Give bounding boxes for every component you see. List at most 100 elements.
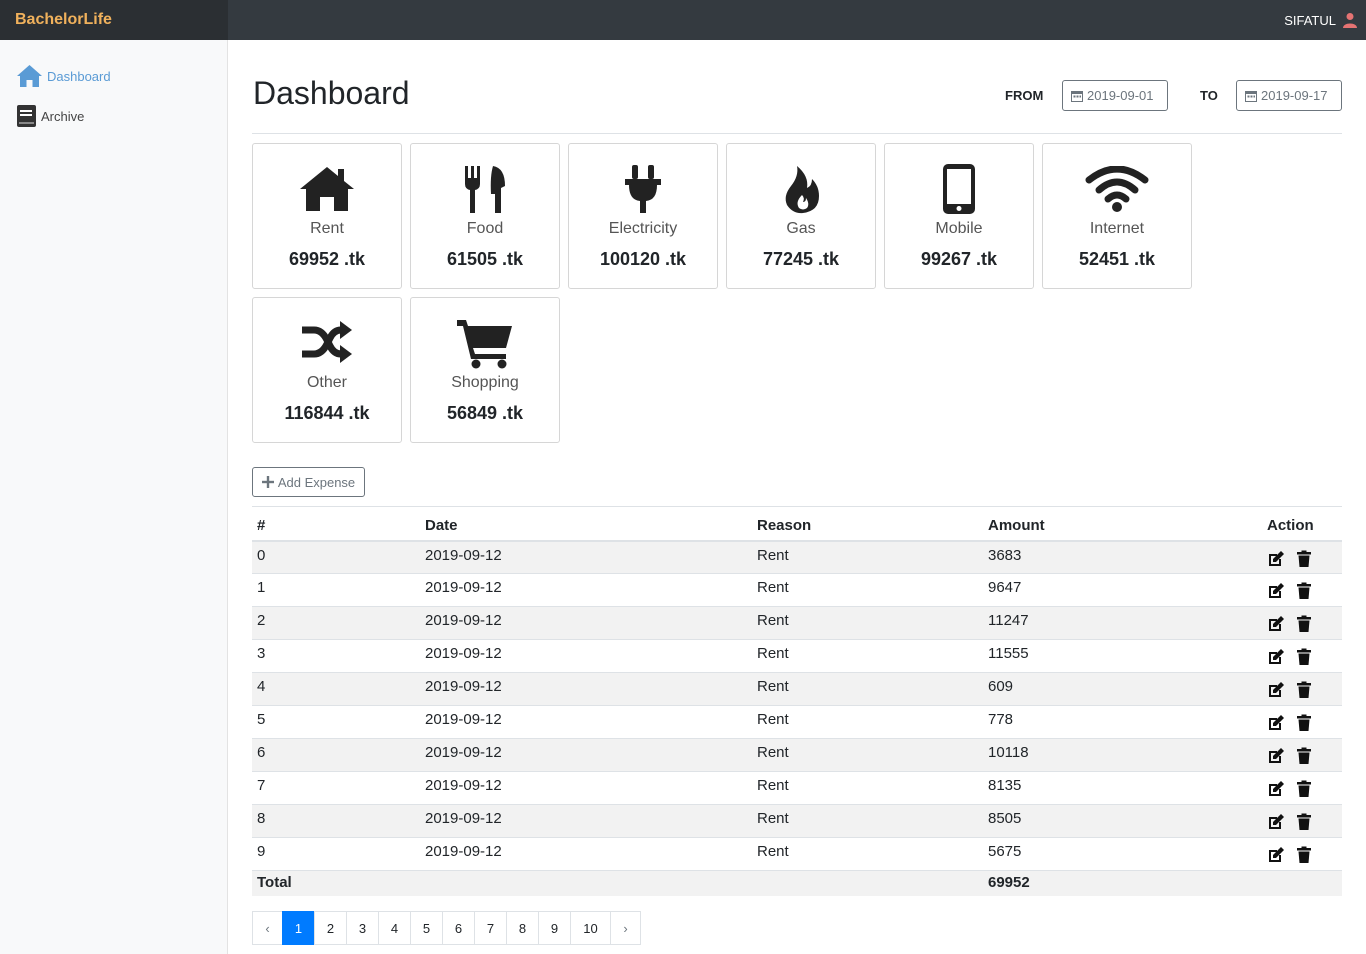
row-reason: Rent bbox=[752, 606, 983, 640]
user-menu[interactable]: SIFATUL bbox=[1284, 0, 1358, 40]
utensils-icon bbox=[465, 166, 505, 213]
row-reason: Rent bbox=[752, 804, 983, 838]
trash-icon[interactable] bbox=[1295, 780, 1313, 798]
to-date-picker[interactable]: 2019-09-17 bbox=[1236, 80, 1342, 111]
pagination-page-6[interactable]: 6 bbox=[442, 911, 475, 945]
calendar-icon bbox=[1245, 90, 1257, 102]
sidebar-item-dashboard[interactable]: Dashboard bbox=[16, 64, 111, 88]
card-label: Electricity bbox=[608, 220, 678, 237]
trash-icon[interactable] bbox=[1295, 648, 1313, 666]
trash-icon[interactable] bbox=[1295, 681, 1313, 699]
card-electricity[interactable]: Electricity 100120 .tk bbox=[568, 143, 718, 289]
edit-icon[interactable] bbox=[1267, 550, 1285, 568]
pagination-page-8[interactable]: 8 bbox=[506, 911, 539, 945]
row-num: 3 bbox=[252, 639, 420, 673]
row-num: 6 bbox=[252, 738, 420, 772]
card-gas[interactable]: Gas 77245 .tk bbox=[726, 143, 876, 289]
card-amount: 56849 .tk bbox=[446, 403, 524, 423]
row-amount: 5675 bbox=[983, 837, 1262, 871]
pagination-page-2[interactable]: 2 bbox=[314, 911, 347, 945]
pagination-page-10[interactable]: 10 bbox=[570, 911, 611, 945]
edit-icon[interactable] bbox=[1267, 846, 1285, 864]
edit-icon[interactable] bbox=[1267, 615, 1285, 633]
pagination-page-9[interactable]: 9 bbox=[538, 911, 571, 945]
pagination-prev[interactable]: ‹ bbox=[252, 911, 283, 945]
total-amount: 69952 bbox=[983, 870, 1262, 896]
from-date-picker[interactable]: 2019-09-01 bbox=[1062, 80, 1168, 111]
card-amount: 116844 .tk bbox=[284, 403, 370, 423]
sidebar: Dashboard Archive bbox=[0, 40, 228, 954]
edit-icon[interactable] bbox=[1267, 582, 1285, 600]
card-amount: 77245 .tk bbox=[762, 249, 840, 269]
row-date: 2019-09-12 bbox=[420, 606, 752, 640]
edit-icon[interactable] bbox=[1267, 813, 1285, 831]
sidebar-item-label: Archive bbox=[41, 108, 85, 124]
sidebar-item-label: Dashboard bbox=[47, 68, 111, 84]
row-amount: 10118 bbox=[983, 738, 1262, 772]
card-internet[interactable]: Internet 52451 .tk bbox=[1042, 143, 1192, 289]
card-shopping[interactable]: Shopping 56849 .tk bbox=[410, 297, 560, 443]
row-actions bbox=[1262, 639, 1342, 673]
brand-logo[interactable]: BachelorLife bbox=[0, 0, 228, 40]
card-mobile[interactable]: Mobile 99267 .tk bbox=[884, 143, 1034, 289]
from-date-value: 2019-09-01 bbox=[1087, 88, 1154, 103]
pagination-page-3[interactable]: 3 bbox=[346, 911, 379, 945]
card-other[interactable]: Other 116844 .tk bbox=[252, 297, 402, 443]
row-actions bbox=[1262, 738, 1342, 772]
row-num: 8 bbox=[252, 804, 420, 838]
add-expense-label: Add Expense bbox=[277, 474, 356, 490]
trash-icon[interactable] bbox=[1295, 747, 1313, 765]
row-amount: 609 bbox=[983, 672, 1262, 706]
edit-icon[interactable] bbox=[1267, 714, 1285, 732]
trash-icon[interactable] bbox=[1295, 813, 1313, 831]
row-date: 2019-09-12 bbox=[420, 672, 752, 706]
mobile-icon bbox=[943, 164, 975, 214]
user-name: SIFATUL bbox=[1284, 12, 1336, 28]
pagination-page-7[interactable]: 7 bbox=[474, 911, 507, 945]
home-icon bbox=[17, 65, 42, 87]
edit-icon[interactable] bbox=[1267, 681, 1285, 699]
row-actions bbox=[1262, 804, 1342, 838]
row-actions bbox=[1262, 672, 1342, 706]
pagination-page-4[interactable]: 4 bbox=[378, 911, 411, 945]
trash-icon[interactable] bbox=[1295, 550, 1313, 568]
table-row: 8 2019-09-12 Rent 8505 bbox=[252, 804, 1342, 838]
trash-icon[interactable] bbox=[1295, 582, 1313, 600]
total-label: Total bbox=[252, 870, 420, 896]
edit-icon[interactable] bbox=[1267, 747, 1285, 765]
row-amount: 778 bbox=[983, 705, 1262, 739]
table-row: 7 2019-09-12 Rent 8135 bbox=[252, 771, 1342, 805]
row-num: 1 bbox=[252, 573, 420, 607]
card-label: Internet bbox=[1089, 220, 1145, 237]
card-rent[interactable]: Rent 69952 .tk bbox=[252, 143, 402, 289]
edit-icon[interactable] bbox=[1267, 780, 1285, 798]
expense-table: # Date Reason Amount Action 0 2019-09-12 R… bbox=[252, 506, 1342, 896]
fire-icon bbox=[785, 166, 819, 214]
book-icon bbox=[17, 105, 36, 127]
pagination-page-1[interactable]: 1 bbox=[282, 911, 315, 945]
row-num: 5 bbox=[252, 705, 420, 739]
edit-icon[interactable] bbox=[1267, 648, 1285, 666]
sidebar-item-archive[interactable]: Archive bbox=[16, 104, 84, 128]
row-actions bbox=[1262, 573, 1342, 607]
plus-icon bbox=[261, 476, 274, 488]
row-date: 2019-09-12 bbox=[420, 771, 752, 805]
row-reason: Rent bbox=[752, 672, 983, 706]
to-date-value: 2019-09-17 bbox=[1261, 88, 1328, 103]
card-food[interactable]: Food 61505 .tk bbox=[410, 143, 560, 289]
trash-icon[interactable] bbox=[1295, 615, 1313, 633]
row-reason: Rent bbox=[752, 639, 983, 673]
add-expense-button[interactable]: Add Expense bbox=[252, 467, 365, 497]
plug-icon bbox=[625, 165, 661, 213]
table-row: 5 2019-09-12 Rent 778 bbox=[252, 705, 1342, 739]
table-row: 1 2019-09-12 Rent 9647 bbox=[252, 573, 1342, 607]
random-icon bbox=[302, 321, 352, 363]
pagination-page-5[interactable]: 5 bbox=[410, 911, 443, 945]
row-reason: Rent bbox=[752, 573, 983, 607]
table-row: 2 2019-09-12 Rent 11247 bbox=[252, 606, 1342, 640]
row-actions bbox=[1262, 540, 1342, 574]
card-amount: 52451 .tk bbox=[1078, 249, 1156, 269]
trash-icon[interactable] bbox=[1295, 714, 1313, 732]
pagination-next[interactable]: › bbox=[610, 911, 641, 945]
trash-icon[interactable] bbox=[1295, 846, 1313, 864]
